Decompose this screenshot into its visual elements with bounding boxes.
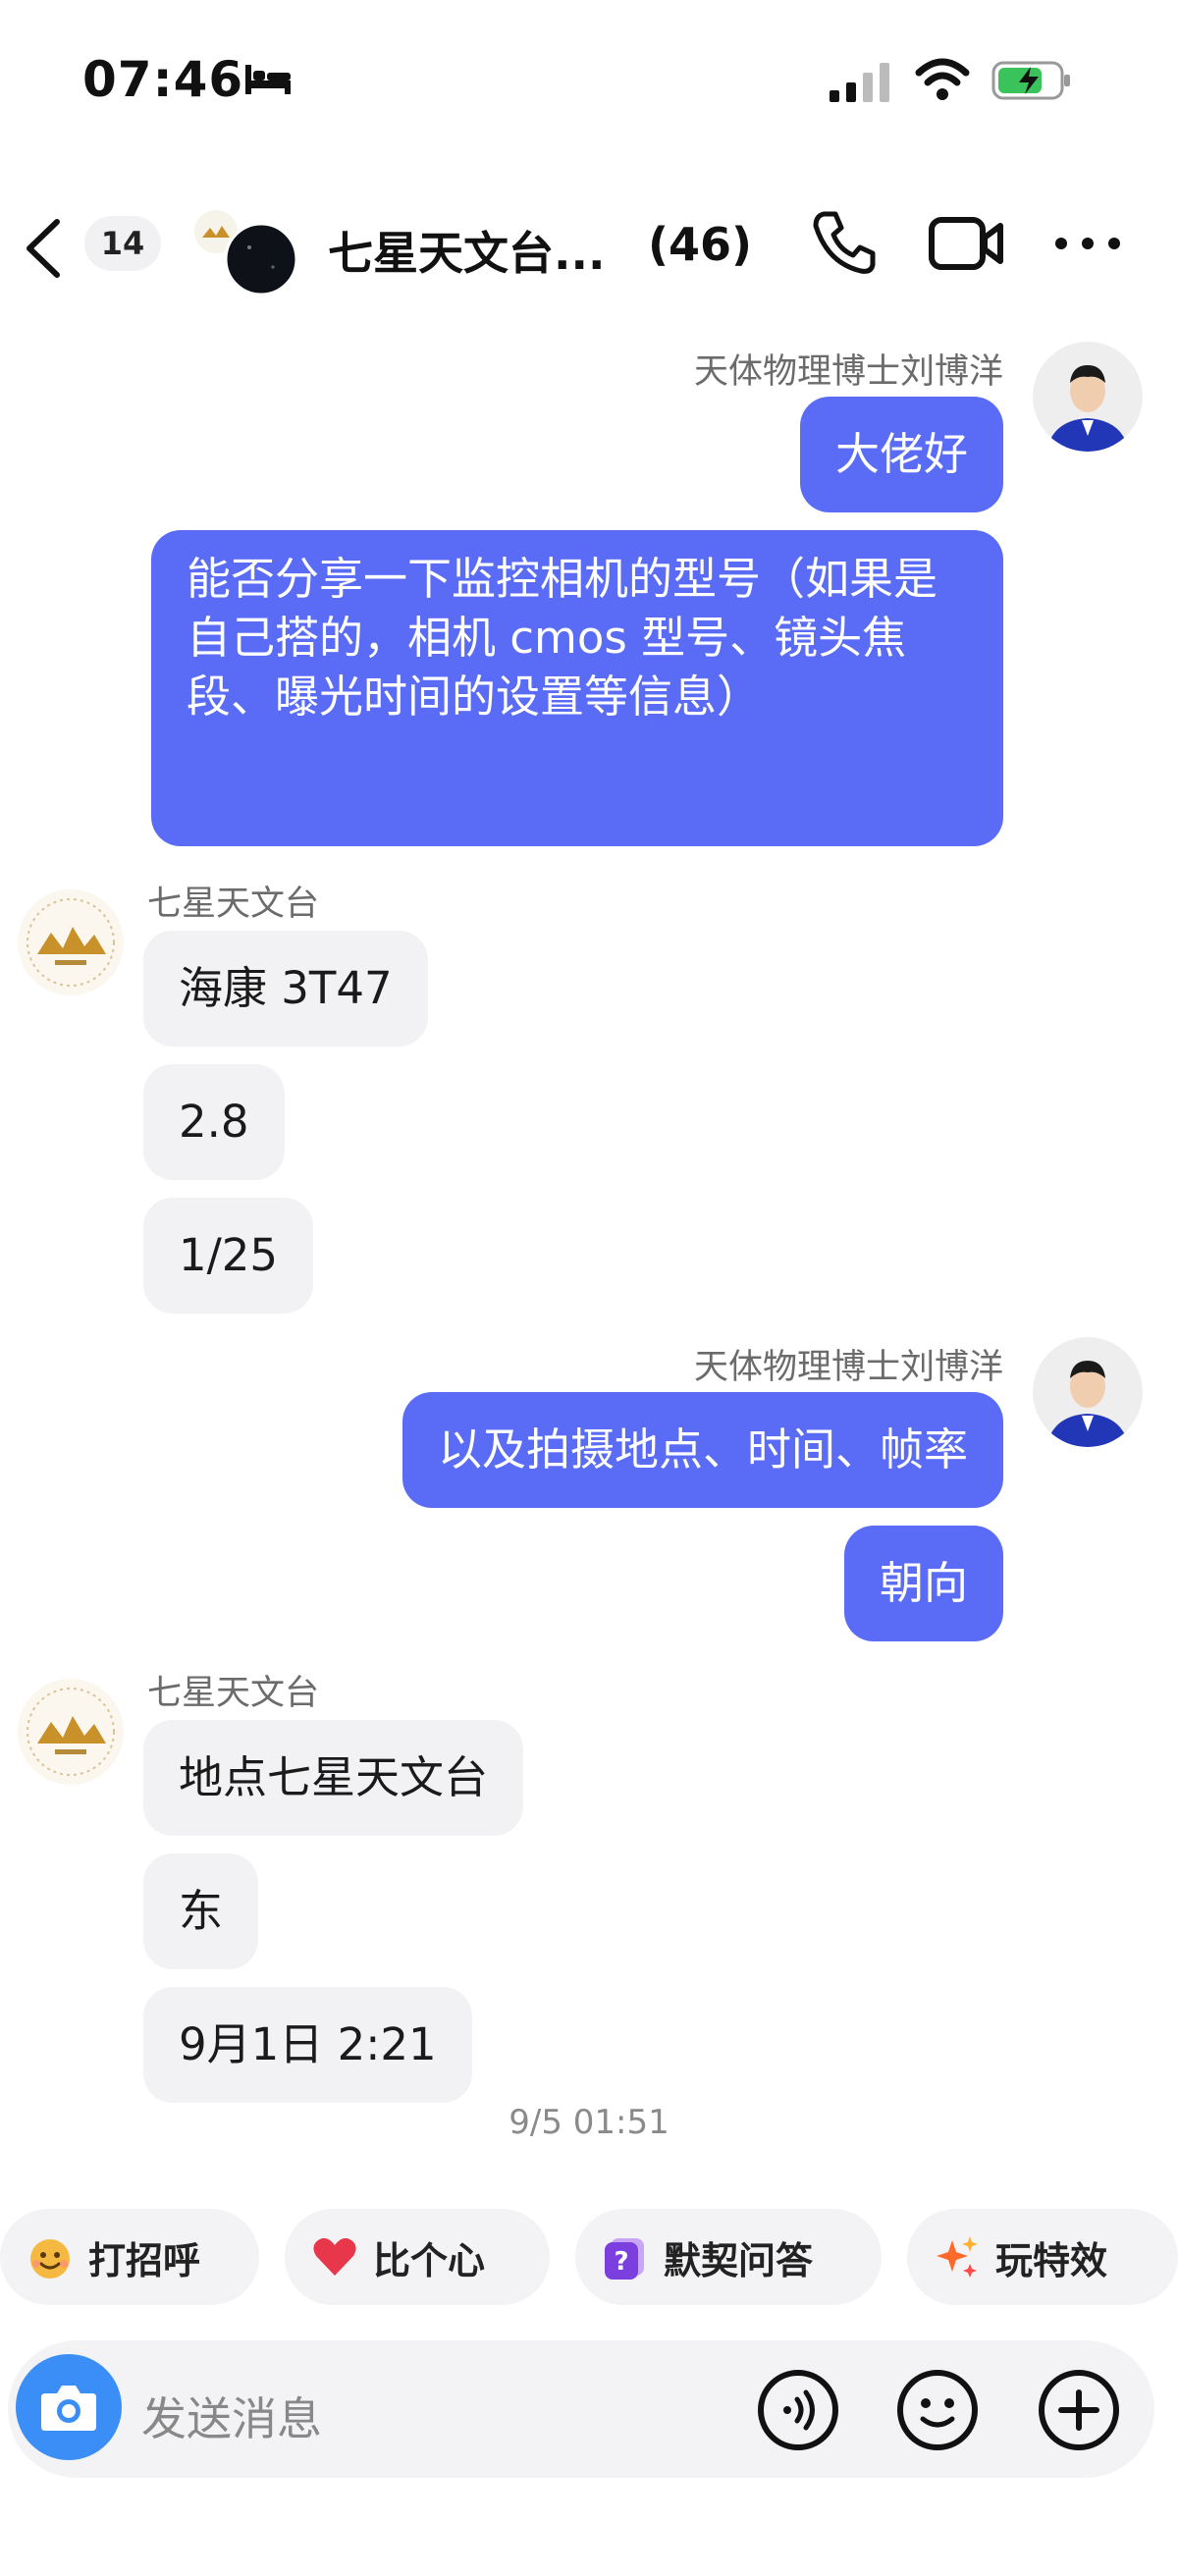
group-member-avatar[interactable]	[16, 1677, 126, 1787]
emoji-icon[interactable]	[893, 2366, 982, 2454]
camera-button[interactable]	[16, 2354, 122, 2460]
message-timestamp: 9/5 01:51	[509, 2103, 669, 2142]
quick-action-effects[interactable]: 玩特效	[907, 2209, 1178, 2305]
more-options-icon[interactable]	[1053, 236, 1122, 251]
voice-message-icon[interactable]	[754, 2366, 842, 2454]
message-bubble[interactable]: 能否分享一下监控相机的型号（如果是自己搭的，相机 cmos 型号、镜头焦段、曝光…	[151, 530, 1003, 846]
chat-title[interactable]: 七星天文台...	[328, 218, 605, 283]
status-bar: 07:46	[0, 0, 1178, 167]
question-icon: ?	[605, 2238, 644, 2280]
message-bubble[interactable]: 以及拍摄地点、时间、帧率	[402, 1392, 1003, 1508]
message-input[interactable]: 发送消息	[141, 2384, 322, 2448]
unread-count-badge[interactable]: 14	[84, 216, 161, 271]
group-avatar[interactable]	[192, 206, 300, 295]
user-avatar[interactable]	[1033, 342, 1143, 452]
sender-name: 天体物理博士刘博洋	[693, 1348, 1003, 1387]
message-bubble[interactable]: 海康 3T47	[143, 931, 428, 1046]
sleep-mode-icon	[245, 65, 291, 94]
quick-action-label: 玩特效	[995, 2238, 1108, 2282]
sparkle-icon	[937, 2236, 978, 2278]
quick-action-label: 打招呼	[88, 2238, 201, 2282]
sender-name: 七星天文台	[147, 1674, 320, 1713]
sender-name: 天体物理博士刘博洋	[693, 352, 1003, 392]
quick-action-quiz[interactable]: ? 默契问答	[575, 2209, 882, 2305]
group-member-avatar[interactable]	[16, 887, 126, 997]
heart-icon	[313, 2237, 356, 2276]
message-bubble[interactable]: 9月1日 2:21	[143, 1987, 472, 2103]
cellular-signal-icon	[830, 63, 889, 102]
phone-call-icon[interactable]	[810, 208, 879, 277]
wave-emoji-icon	[30, 2239, 70, 2279]
quick-action-greet[interactable]: 打招呼	[0, 2209, 259, 2305]
status-time: 07:46	[82, 51, 244, 108]
camera-icon	[41, 2386, 96, 2431]
quick-action-heart[interactable]: 比个心	[285, 2209, 550, 2305]
quick-action-label: 比个心	[373, 2238, 486, 2282]
message-input-bar: 发送消息	[8, 2340, 1154, 2478]
message-bubble[interactable]: 朝向	[843, 1526, 1003, 1641]
svg-text:?: ?	[614, 2247, 628, 2277]
battery-charging-icon	[991, 61, 1070, 100]
message-bubble[interactable]: 2.8	[143, 1064, 285, 1180]
add-attachment-icon[interactable]	[1035, 2366, 1123, 2454]
message-bubble[interactable]: 东	[143, 1853, 259, 1969]
message-bubble[interactable]: 大佬好	[799, 397, 1003, 512]
member-count: (46)	[648, 218, 753, 271]
user-avatar[interactable]	[1033, 1337, 1143, 1447]
chat-header: 14 七星天文台... (46)	[0, 187, 1178, 295]
message-bubble[interactable]: 1/25	[143, 1198, 314, 1314]
sender-name: 七星天文台	[147, 885, 320, 924]
back-arrow-icon[interactable]	[20, 216, 65, 281]
wifi-icon	[915, 58, 970, 100]
quick-action-label: 默契问答	[664, 2238, 814, 2282]
message-bubble[interactable]: 地点七星天文台	[143, 1720, 524, 1836]
video-call-icon[interactable]	[928, 214, 1006, 273]
